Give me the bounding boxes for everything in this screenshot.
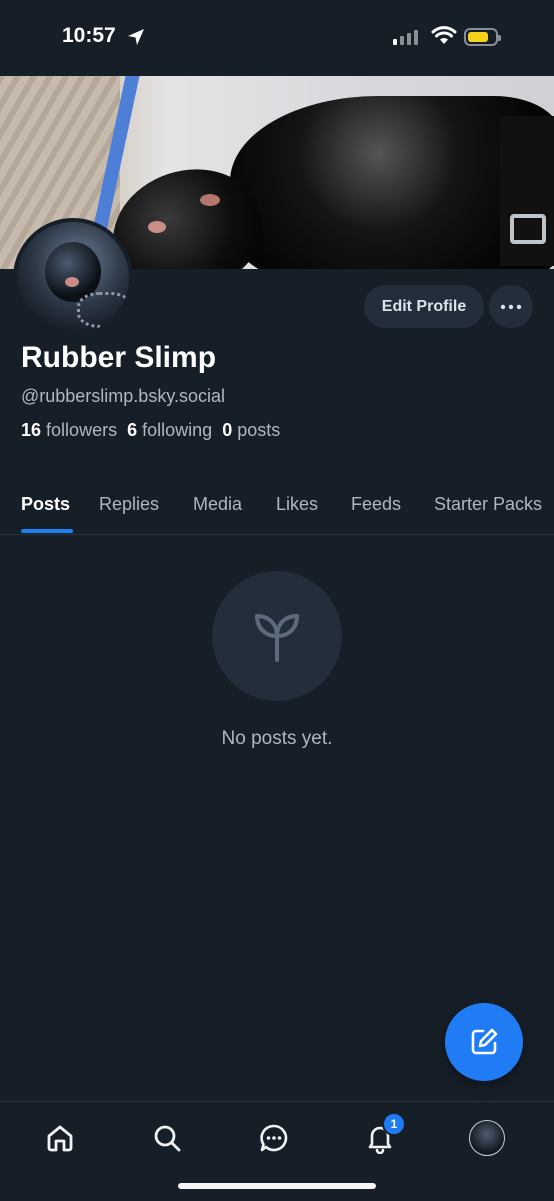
home-indicator: [178, 1183, 376, 1189]
followers-link[interactable]: 16 followers: [21, 420, 117, 440]
tab-feeds[interactable]: Feeds: [351, 494, 401, 515]
chat-icon: [260, 1124, 288, 1152]
profile-tabs: Posts Replies Media Likes Feeds Starter …: [0, 490, 554, 535]
following-link[interactable]: 6 following: [127, 420, 212, 440]
profile-avatar[interactable]: [13, 218, 133, 338]
display-name: Rubber Slimp: [21, 341, 217, 374]
empty-state-icon-container: [212, 571, 342, 701]
location-arrow-icon: [128, 29, 144, 45]
posts-count: 0: [222, 420, 233, 440]
compose-icon: [471, 1028, 498, 1055]
sprout-icon: [255, 614, 299, 662]
nav-home[interactable]: [40, 1118, 80, 1158]
profile-stats: 16 followers 6 following 0 posts: [21, 420, 280, 441]
home-icon: [47, 1125, 73, 1152]
followers-count: 16: [21, 420, 42, 440]
wifi-icon: [431, 26, 457, 44]
following-count: 6: [127, 420, 138, 440]
posts-stat: 0 posts: [222, 420, 280, 440]
nav-chat[interactable]: [254, 1118, 294, 1158]
notification-badge: 1: [382, 1112, 406, 1136]
active-tab-indicator: [21, 529, 73, 533]
posts-label: posts: [237, 420, 281, 440]
status-time: 10:57: [62, 24, 116, 47]
followers-label: followers: [46, 420, 118, 440]
more-options-button[interactable]: [489, 285, 533, 328]
tab-likes[interactable]: Likes: [276, 494, 318, 515]
following-label: following: [142, 420, 213, 440]
tab-replies[interactable]: Replies: [99, 494, 159, 515]
nav-notifications[interactable]: 1: [360, 1112, 406, 1158]
cellular-signal-icon: [393, 30, 418, 45]
nav-search[interactable]: [147, 1118, 187, 1158]
edit-profile-button[interactable]: Edit Profile: [364, 285, 484, 328]
empty-state-text: No posts yet.: [221, 728, 333, 749]
compose-post-button[interactable]: [445, 1003, 523, 1081]
tab-media[interactable]: Media: [193, 494, 242, 515]
search-icon: [154, 1125, 181, 1152]
ellipsis-icon: [500, 304, 522, 309]
tab-posts[interactable]: Posts: [21, 494, 70, 515]
nav-profile[interactable]: [467, 1118, 507, 1158]
battery-icon: [464, 28, 501, 46]
profile-handle: @rubberslimp.bsky.social: [21, 386, 226, 406]
tab-starter-packs[interactable]: Starter Packs: [434, 494, 542, 515]
profile-avatar-small: [469, 1120, 505, 1156]
